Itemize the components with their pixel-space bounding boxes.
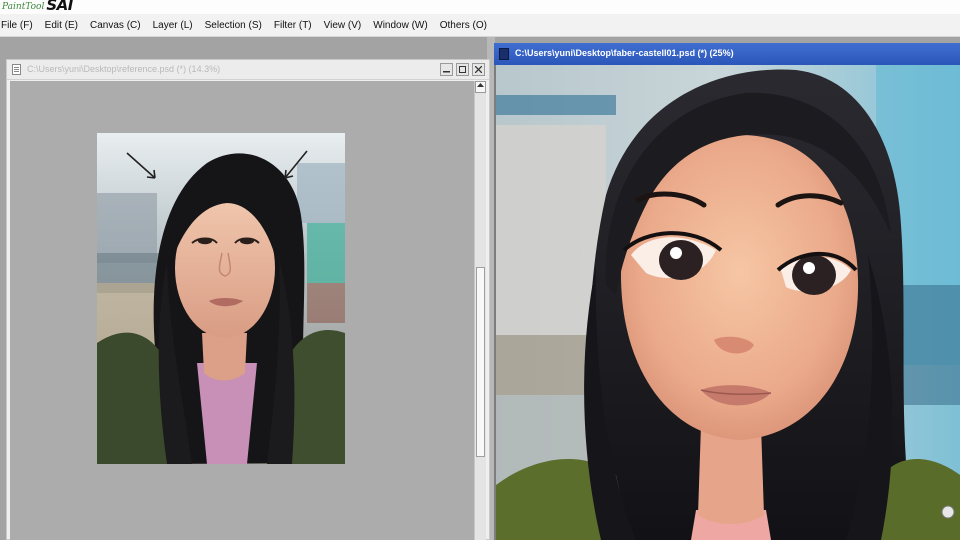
reference-window-controls xyxy=(440,63,485,76)
close-icon xyxy=(475,66,482,73)
cartoon-portrait-artwork xyxy=(496,65,960,540)
minimize-icon xyxy=(443,71,450,73)
maximize-button[interactable] xyxy=(456,63,469,76)
maximize-icon xyxy=(459,66,466,73)
app-title-strip: PaintTool SAI xyxy=(0,0,960,14)
menu-selection[interactable]: Selection (S) xyxy=(199,14,268,37)
main-window-titlebar[interactable]: C:\Users\yuni\Desktop\faber-castell01.ps… xyxy=(494,43,960,65)
app-logo-small: PaintTool xyxy=(2,2,45,12)
scrollbar-thumb[interactable] xyxy=(476,267,485,457)
document-icon xyxy=(499,48,509,60)
chevron-up-icon xyxy=(477,83,484,87)
menu-filter[interactable]: Filter (T) xyxy=(268,14,318,37)
reference-photo-image xyxy=(97,133,345,464)
main-window-title: C:\Users\yuni\Desktop\faber-castell01.ps… xyxy=(515,48,734,58)
menu-layer[interactable]: Layer (L) xyxy=(147,14,199,37)
drawing-canvas[interactable] xyxy=(496,65,960,540)
menu-others[interactable]: Others (O) xyxy=(434,14,493,37)
menu-file[interactable]: File (F) xyxy=(0,14,39,37)
document-icon xyxy=(12,64,21,75)
vertical-scrollbar[interactable] xyxy=(474,81,486,540)
reference-window-title: C:\Users\yuni\Desktop\reference.psd (*) … xyxy=(27,64,221,74)
menu-edit[interactable]: Edit (E) xyxy=(39,14,84,37)
app-logo-big: SAI xyxy=(46,0,73,14)
menu-window[interactable]: Window (W) xyxy=(367,14,433,37)
scroll-up-button[interactable] xyxy=(475,81,486,93)
reference-window-titlebar[interactable]: C:\Users\yuni\Desktop\reference.psd (*) … xyxy=(7,60,489,80)
close-button[interactable] xyxy=(472,63,485,76)
minimize-button[interactable] xyxy=(440,63,453,76)
app-logo: PaintTool SAI xyxy=(2,0,73,14)
menu-view[interactable]: View (V) xyxy=(318,14,368,37)
menu-canvas[interactable]: Canvas (C) xyxy=(84,14,147,37)
main-canvas-window[interactable]: C:\Users\yuni\Desktop\faber-castell01.ps… xyxy=(494,43,960,540)
menu-bar: File (F) Edit (E) Canvas (C) Layer (L) S… xyxy=(0,14,960,37)
reference-photo xyxy=(97,133,345,464)
